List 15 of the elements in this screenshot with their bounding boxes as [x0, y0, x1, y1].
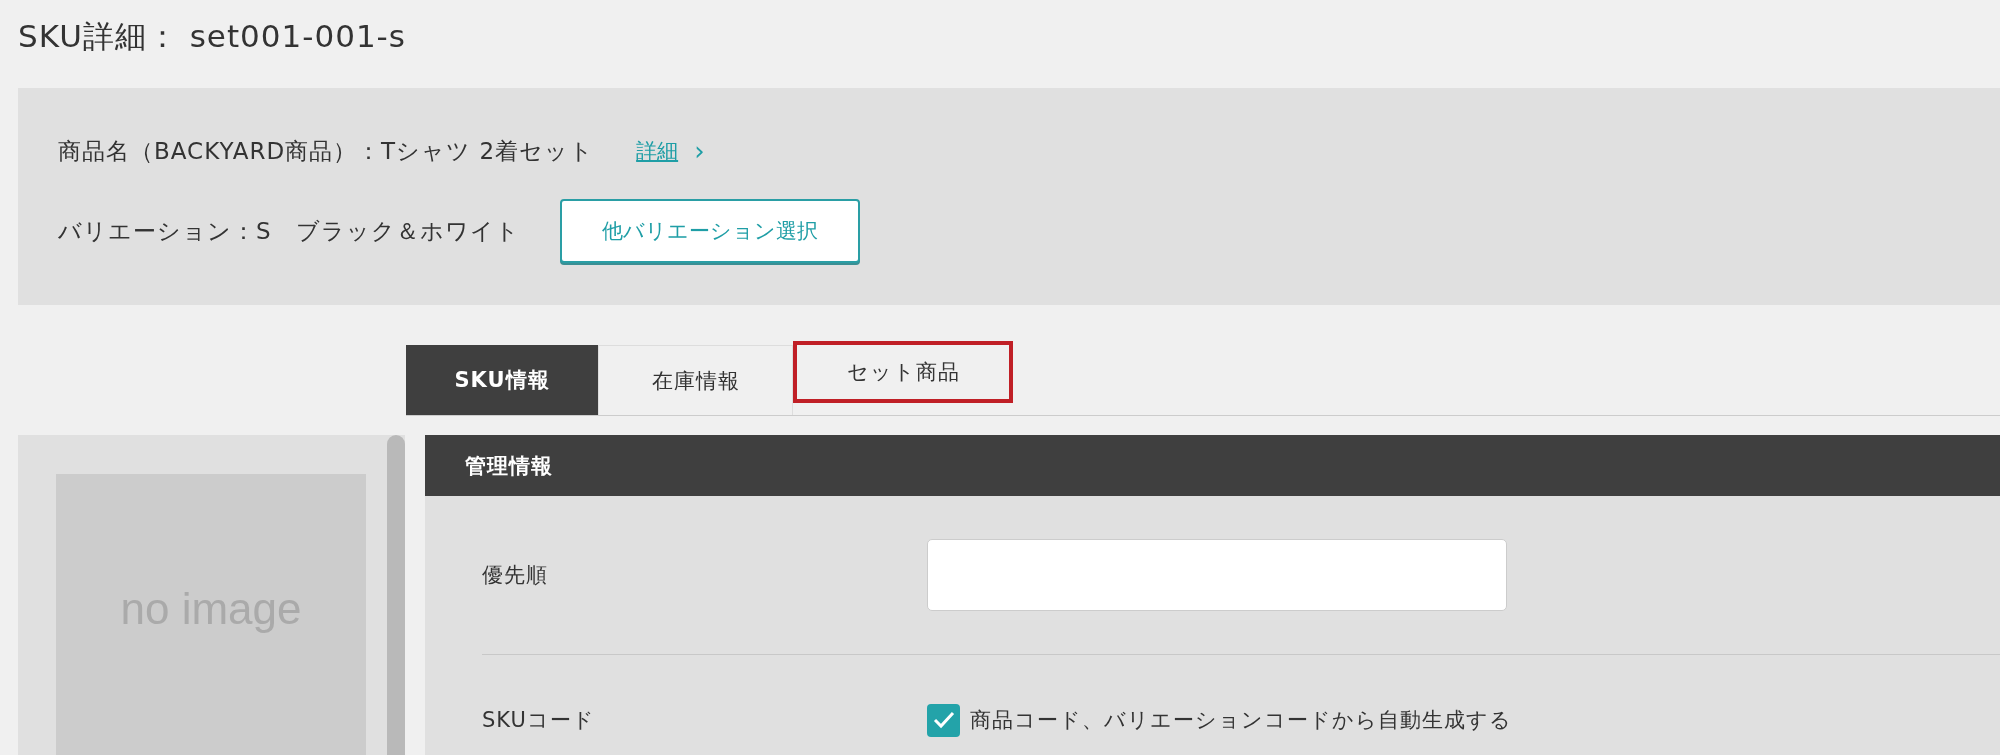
scrollbar[interactable]	[387, 435, 405, 755]
page-title: SKU詳細： set001-001-s	[18, 17, 407, 56]
field-label: SKUコード	[482, 707, 596, 734]
checkmark-icon	[932, 711, 955, 729]
checkbox[interactable]	[927, 703, 960, 737]
tab[interactable]: SKU情報	[406, 345, 598, 415]
section-header: 管理情報	[425, 435, 2000, 496]
product-name: 商品名（BACKYARD商品）：Tシャツ 2着セット	[58, 136, 595, 166]
field-label: 優先順	[482, 562, 549, 589]
tab[interactable]: 在庫情報	[598, 345, 793, 415]
checkbox-label: 商品コード、バリエーションコードから自動生成する	[970, 707, 1512, 734]
chevron-icon: ›	[694, 136, 705, 166]
tab[interactable]: セット商品	[793, 341, 1013, 403]
variation-label: バリエーション：S ブラック＆ホワイト	[58, 216, 520, 246]
input-field[interactable]	[927, 539, 1507, 611]
